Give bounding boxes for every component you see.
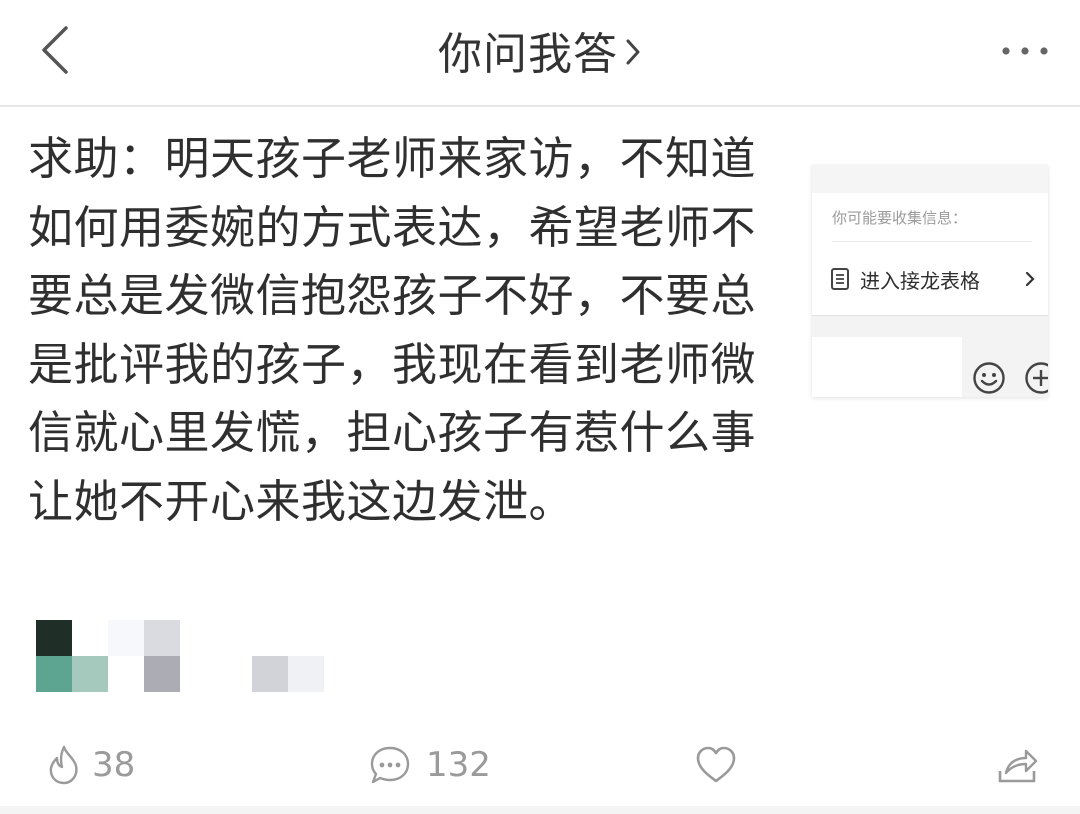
plus-circle-icon: [1025, 362, 1048, 394]
favorite-button[interactable]: [694, 742, 738, 788]
chevron-right-icon: [626, 39, 640, 65]
embed-row-label: 进入接龙表格: [860, 268, 980, 293]
pixelated-mosaic: [36, 620, 336, 692]
mosaic-tile: [36, 620, 72, 656]
flame-icon: [49, 745, 78, 785]
mosaic-tile: [144, 620, 180, 656]
title-area: 你问我答: [0, 0, 1080, 100]
mosaic-tile: [252, 656, 288, 692]
chevron-right-icon: [1025, 271, 1035, 287]
bottom-divider: [0, 806, 1080, 814]
mosaic-tile: [108, 620, 144, 656]
embed-solitaire-row[interactable]: 进入接龙表格: [830, 261, 1040, 297]
embed-divider: [832, 241, 1032, 242]
top-bar: 你问我答: [0, 0, 1080, 107]
topic-title-button[interactable]: 你问我答: [438, 18, 642, 82]
embed-hint-text: 你可能要收集信息：: [832, 209, 968, 227]
embed-input-box: [812, 337, 962, 397]
like-button[interactable]: 38: [44, 742, 135, 788]
embed-suggestion-panel: 你可能要收集信息： 进入接龙表格: [812, 193, 1048, 316]
heart-icon: [696, 746, 736, 783]
action-bar: 38 132: [0, 730, 1080, 800]
embedded-screenshot[interactable]: 你可能要收集信息： 进入接龙表格: [812, 165, 1048, 397]
smiley-icon: [973, 362, 1005, 394]
more-horizontal-icon: [1002, 47, 1048, 55]
embed-top-strip: [812, 165, 1048, 193]
mosaic-tile: [72, 656, 108, 692]
comment-icon: [370, 746, 410, 784]
mosaic-tile: [288, 656, 324, 692]
comment-count: 132: [426, 745, 491, 785]
share-icon: [998, 749, 1038, 783]
like-count: 38: [92, 745, 136, 785]
post-detail-page: 你问我答 求助：明天孩子老师来家访，不知道如何用委婉的方式表达，希望老师不要总是…: [0, 0, 1080, 814]
page-title: 你问我答: [438, 29, 618, 80]
document-icon: [831, 268, 849, 290]
more-button[interactable]: [998, 36, 1054, 66]
mosaic-tile: [36, 656, 72, 692]
mosaic-tile: [144, 656, 180, 692]
post-body-text: 求助：明天孩子老师来家访，不知道如何用委婉的方式表达，希望老师不要总是发微信抱怨…: [28, 132, 757, 528]
comment-button[interactable]: 132: [368, 742, 491, 788]
share-button[interactable]: [996, 742, 1038, 788]
